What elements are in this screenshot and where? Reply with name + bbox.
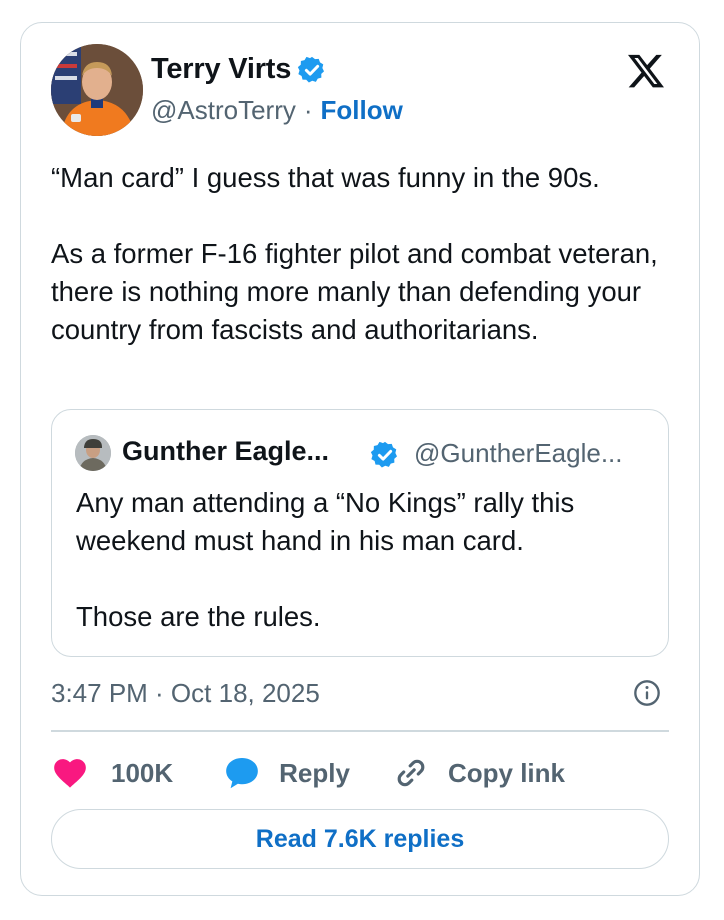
info-icon[interactable] [633,679,661,707]
speech-bubble-icon [226,757,258,789]
author-handle[interactable]: @AstroTerry [151,95,296,126]
tweet-text: “Man card” I guess that was funny in the… [51,162,658,345]
quoted-author-name[interactable]: Gunther Eagle... [122,436,329,467]
copy-link-button[interactable]: Copy link [392,754,565,792]
quoted-author-handle[interactable]: @GuntherEagle... [414,438,623,469]
author-name[interactable]: Terry Virts [151,53,291,86]
reply-button[interactable]: Reply [223,754,350,792]
separator-dot: · [303,95,313,125]
read-replies-button[interactable]: Read 7.6K replies [51,809,669,869]
tweet-card: Terry Virts @AstroTerry · Follow “Man ca… [20,22,700,896]
heart-icon [54,759,86,788]
quoted-tweet-text: Any man attending a “No Kings” rally thi… [76,487,575,632]
quoted-author-avatar[interactable] [75,435,111,471]
quoted-tweet[interactable]: Gunther Eagle... @GuntherEagle... Any ma… [51,409,669,657]
copy-link-label: Copy link [447,757,565,788]
x-logo-icon[interactable] [625,51,667,91]
author-avatar[interactable] [51,44,143,136]
divider [51,730,669,732]
link-icon [397,759,425,787]
like-button[interactable]: 100K [51,754,173,792]
author-handle-row: @AstroTerry · Follow [151,95,403,126]
author-name-row: Terry Virts [151,53,327,86]
verified-badge-icon [297,55,327,85]
action-bar: 100K Reply Copy link [51,753,565,793]
like-count: 100K [111,757,174,788]
reply-label: Reply [279,757,350,788]
tweet-timestamp[interactable]: 3:47 PM · Oct 18, 2025 [51,678,320,709]
follow-button[interactable]: Follow [321,95,403,126]
verified-badge-icon [370,440,400,470]
